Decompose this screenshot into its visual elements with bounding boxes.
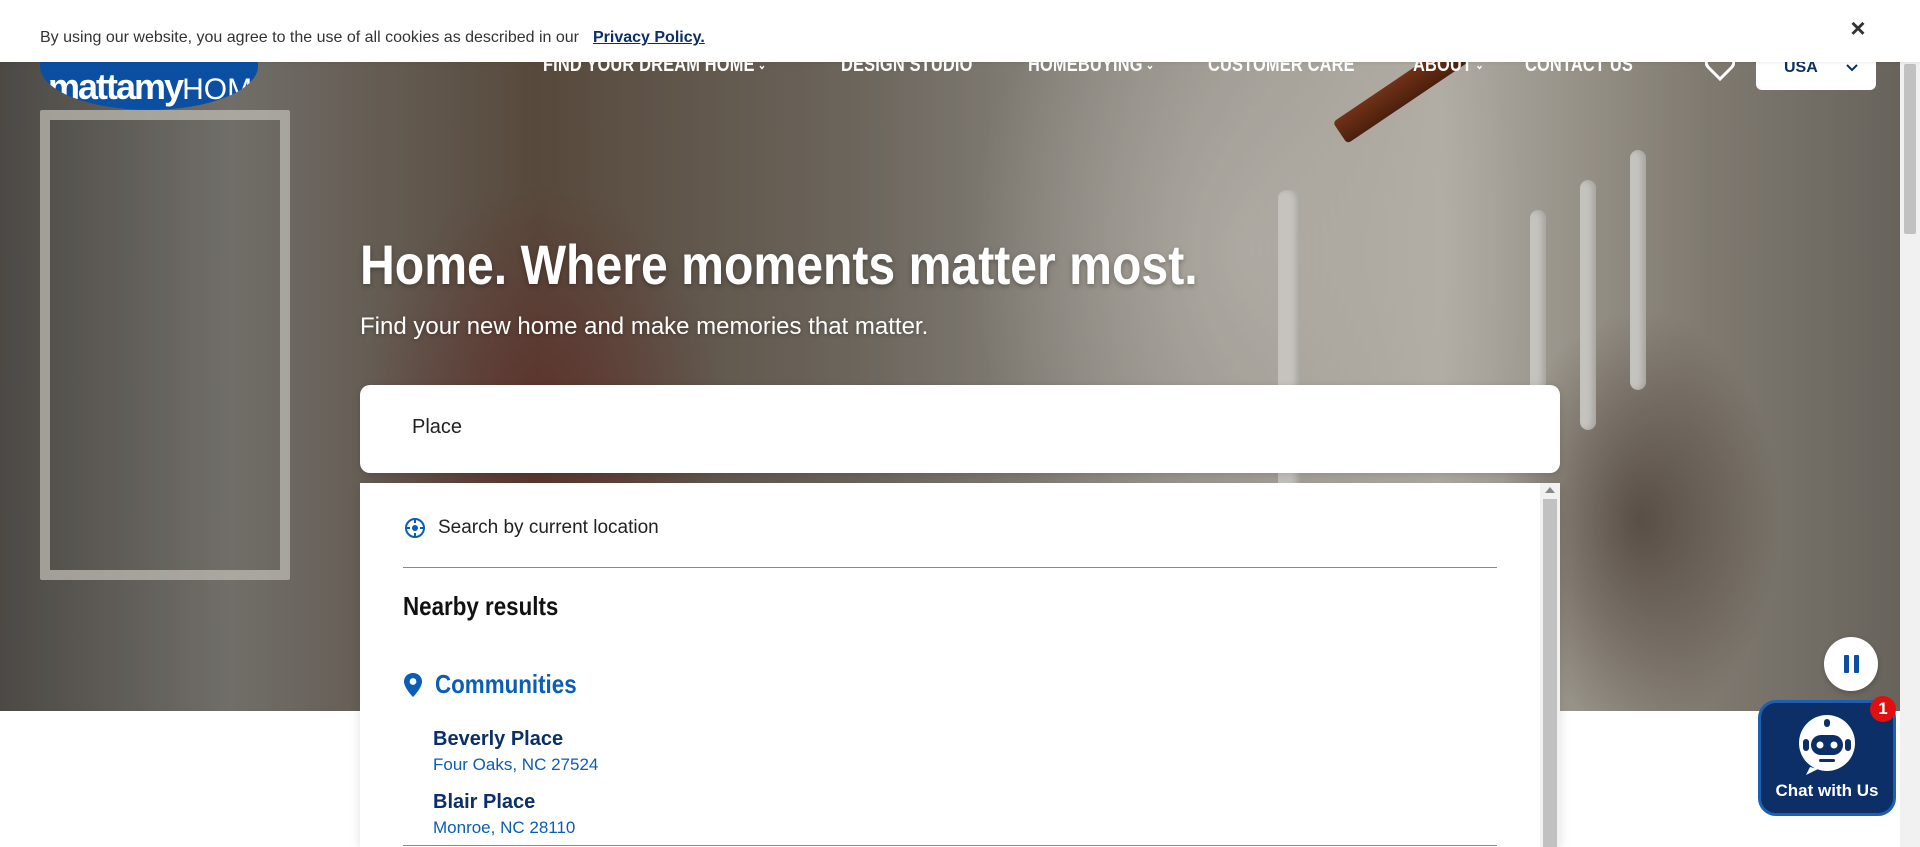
- privacy-policy-link[interactable]: Privacy Policy.: [593, 29, 705, 47]
- divider: [403, 845, 1497, 846]
- page-scrollbar[interactable]: [1900, 62, 1920, 847]
- dropdown-scrollbar[interactable]: [1540, 483, 1560, 847]
- chat-label: Chat with Us: [1775, 781, 1879, 800]
- current-location-label: Search by current location: [438, 517, 659, 538]
- chevron-down-icon: [1846, 64, 1858, 72]
- communities-label: Communities: [435, 669, 577, 699]
- map-pin-icon: [404, 672, 422, 697]
- search-results-dropdown: Search by current location Nearby result…: [360, 483, 1560, 847]
- cookie-banner: By using our website, you agree to the u…: [0, 0, 1920, 62]
- communities-category: Communities: [403, 669, 600, 700]
- result-name: Beverly Place: [433, 728, 564, 750]
- search-input[interactable]: [410, 415, 1514, 440]
- video-pause-button[interactable]: [1824, 637, 1878, 691]
- scroll-up-arrow-icon[interactable]: [1545, 487, 1555, 493]
- page-scroll-thumb[interactable]: [1904, 64, 1916, 234]
- hero-title: Home. Where moments matter most.: [360, 233, 1198, 296]
- crosshair-icon: [405, 518, 425, 538]
- logo-text-bold: mattamy: [48, 66, 184, 107]
- hero-subtitle: Find your new home and make memories tha…: [360, 313, 929, 340]
- nearby-results-title: Nearby results: [403, 591, 559, 621]
- chat-notification-badge: 1: [1870, 696, 1896, 722]
- result-item[interactable]: Blair Place Monroe, NC 28110: [433, 791, 575, 838]
- cookie-text: By using our website, you agree to the u…: [40, 29, 579, 46]
- result-location: Monroe, NC 28110: [433, 818, 576, 837]
- search-current-location-button[interactable]: Search by current location: [404, 517, 659, 539]
- result-location: Four Oaks, NC 27524: [433, 755, 599, 774]
- result-name: Blair Place: [433, 791, 536, 813]
- logo-text-light: HOMES: [182, 73, 258, 106]
- logo-text: mattamyHOMES: [48, 66, 258, 108]
- search-box: [360, 385, 1560, 473]
- dropdown-scroll-thumb[interactable]: [1543, 499, 1557, 847]
- result-item[interactable]: Beverly Place Four Oaks, NC 27524: [433, 728, 598, 775]
- cookie-close-button[interactable]: ×: [1846, 12, 1870, 44]
- pause-icon-bar: [1853, 655, 1859, 673]
- pause-icon-bar: [1843, 655, 1849, 673]
- divider: [403, 567, 1497, 568]
- chatbot-robot-icon: [1799, 715, 1855, 775]
